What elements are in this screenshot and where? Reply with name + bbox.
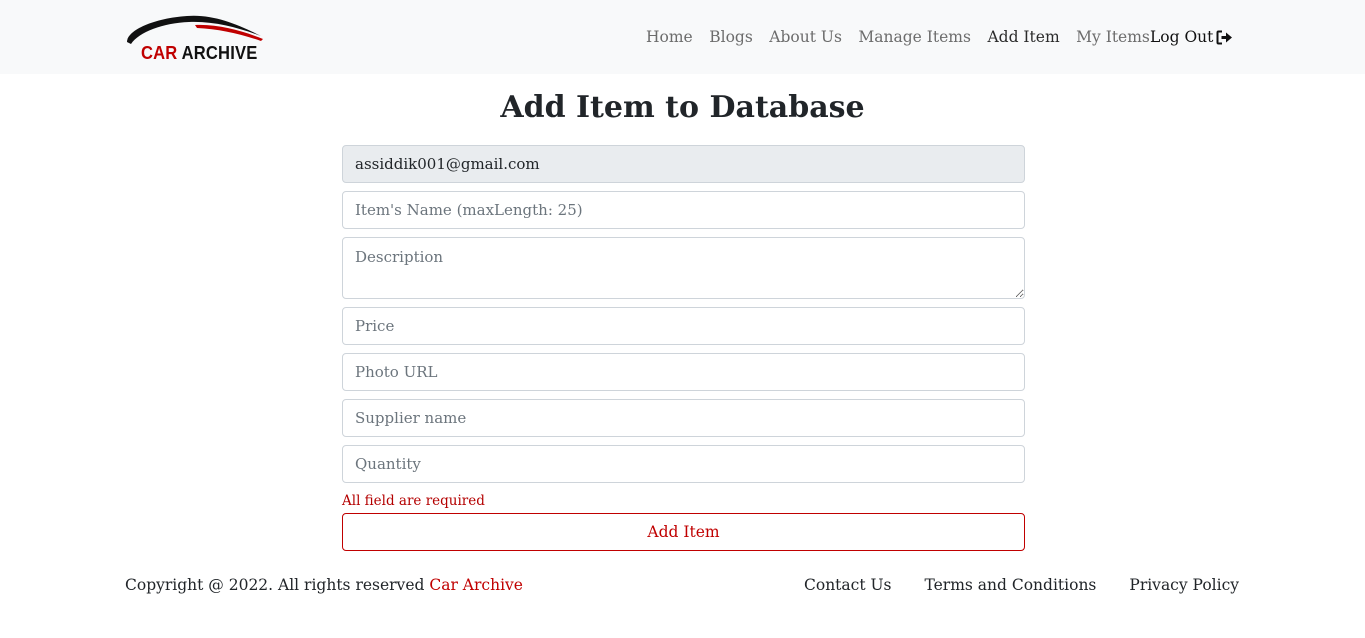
brand-name-archive: ARCHIVE	[181, 43, 258, 63]
price-input[interactable]	[342, 307, 1025, 345]
footer-brand-link[interactable]: Car Archive	[429, 576, 523, 594]
quantity-input[interactable]	[342, 445, 1025, 483]
validation-error: All field are required	[342, 493, 485, 509]
footer-link-privacy[interactable]: Privacy Policy	[1129, 576, 1239, 594]
footer-copyright: Copyright @ 2022. All rights reserved Ca…	[125, 576, 523, 594]
footer-link-terms[interactable]: Terms and Conditions	[925, 576, 1097, 594]
logout-label: Log Out	[1150, 28, 1214, 46]
nav-item-blogs[interactable]: Blogs	[709, 28, 753, 46]
sign-out-icon	[1216, 30, 1233, 44]
footer-link-contact-us[interactable]: Contact Us	[804, 576, 892, 594]
navbar: CAR ARCHIVE Home Blogs About Us Manage I…	[0, 0, 1365, 74]
email-field[interactable]	[342, 145, 1025, 183]
page-title: Add Item to Database	[500, 90, 865, 125]
nav-item-manage-items[interactable]: Manage Items	[858, 28, 971, 46]
brand-name: CAR ARCHIVE	[141, 43, 257, 64]
nav-item-my-items[interactable]: My Items	[1076, 28, 1150, 46]
add-item-button[interactable]: Add Item	[342, 513, 1025, 551]
copyright-text: Copyright @ 2022. All rights reserved	[125, 576, 425, 594]
photo-url-input[interactable]	[342, 353, 1025, 391]
item-name-input[interactable]	[342, 191, 1025, 229]
brand-name-car: CAR	[141, 43, 178, 63]
nav-links: Home Blogs About Us Manage Items Add Ite…	[646, 26, 1166, 48]
nav-item-add-item[interactable]: Add Item	[987, 28, 1059, 46]
add-item-form: All field are required Add Item	[342, 145, 1025, 551]
nav-item-home[interactable]: Home	[646, 28, 693, 46]
description-textarea[interactable]	[342, 237, 1025, 299]
logout-button[interactable]: Log Out	[1150, 26, 1233, 48]
supplier-name-input[interactable]	[342, 399, 1025, 437]
footer-links: Contact Us Terms and Conditions Privacy …	[804, 576, 1239, 594]
nav-item-about-us[interactable]: About Us	[769, 28, 842, 46]
brand-logo[interactable]: CAR ARCHIVE	[125, 12, 267, 64]
